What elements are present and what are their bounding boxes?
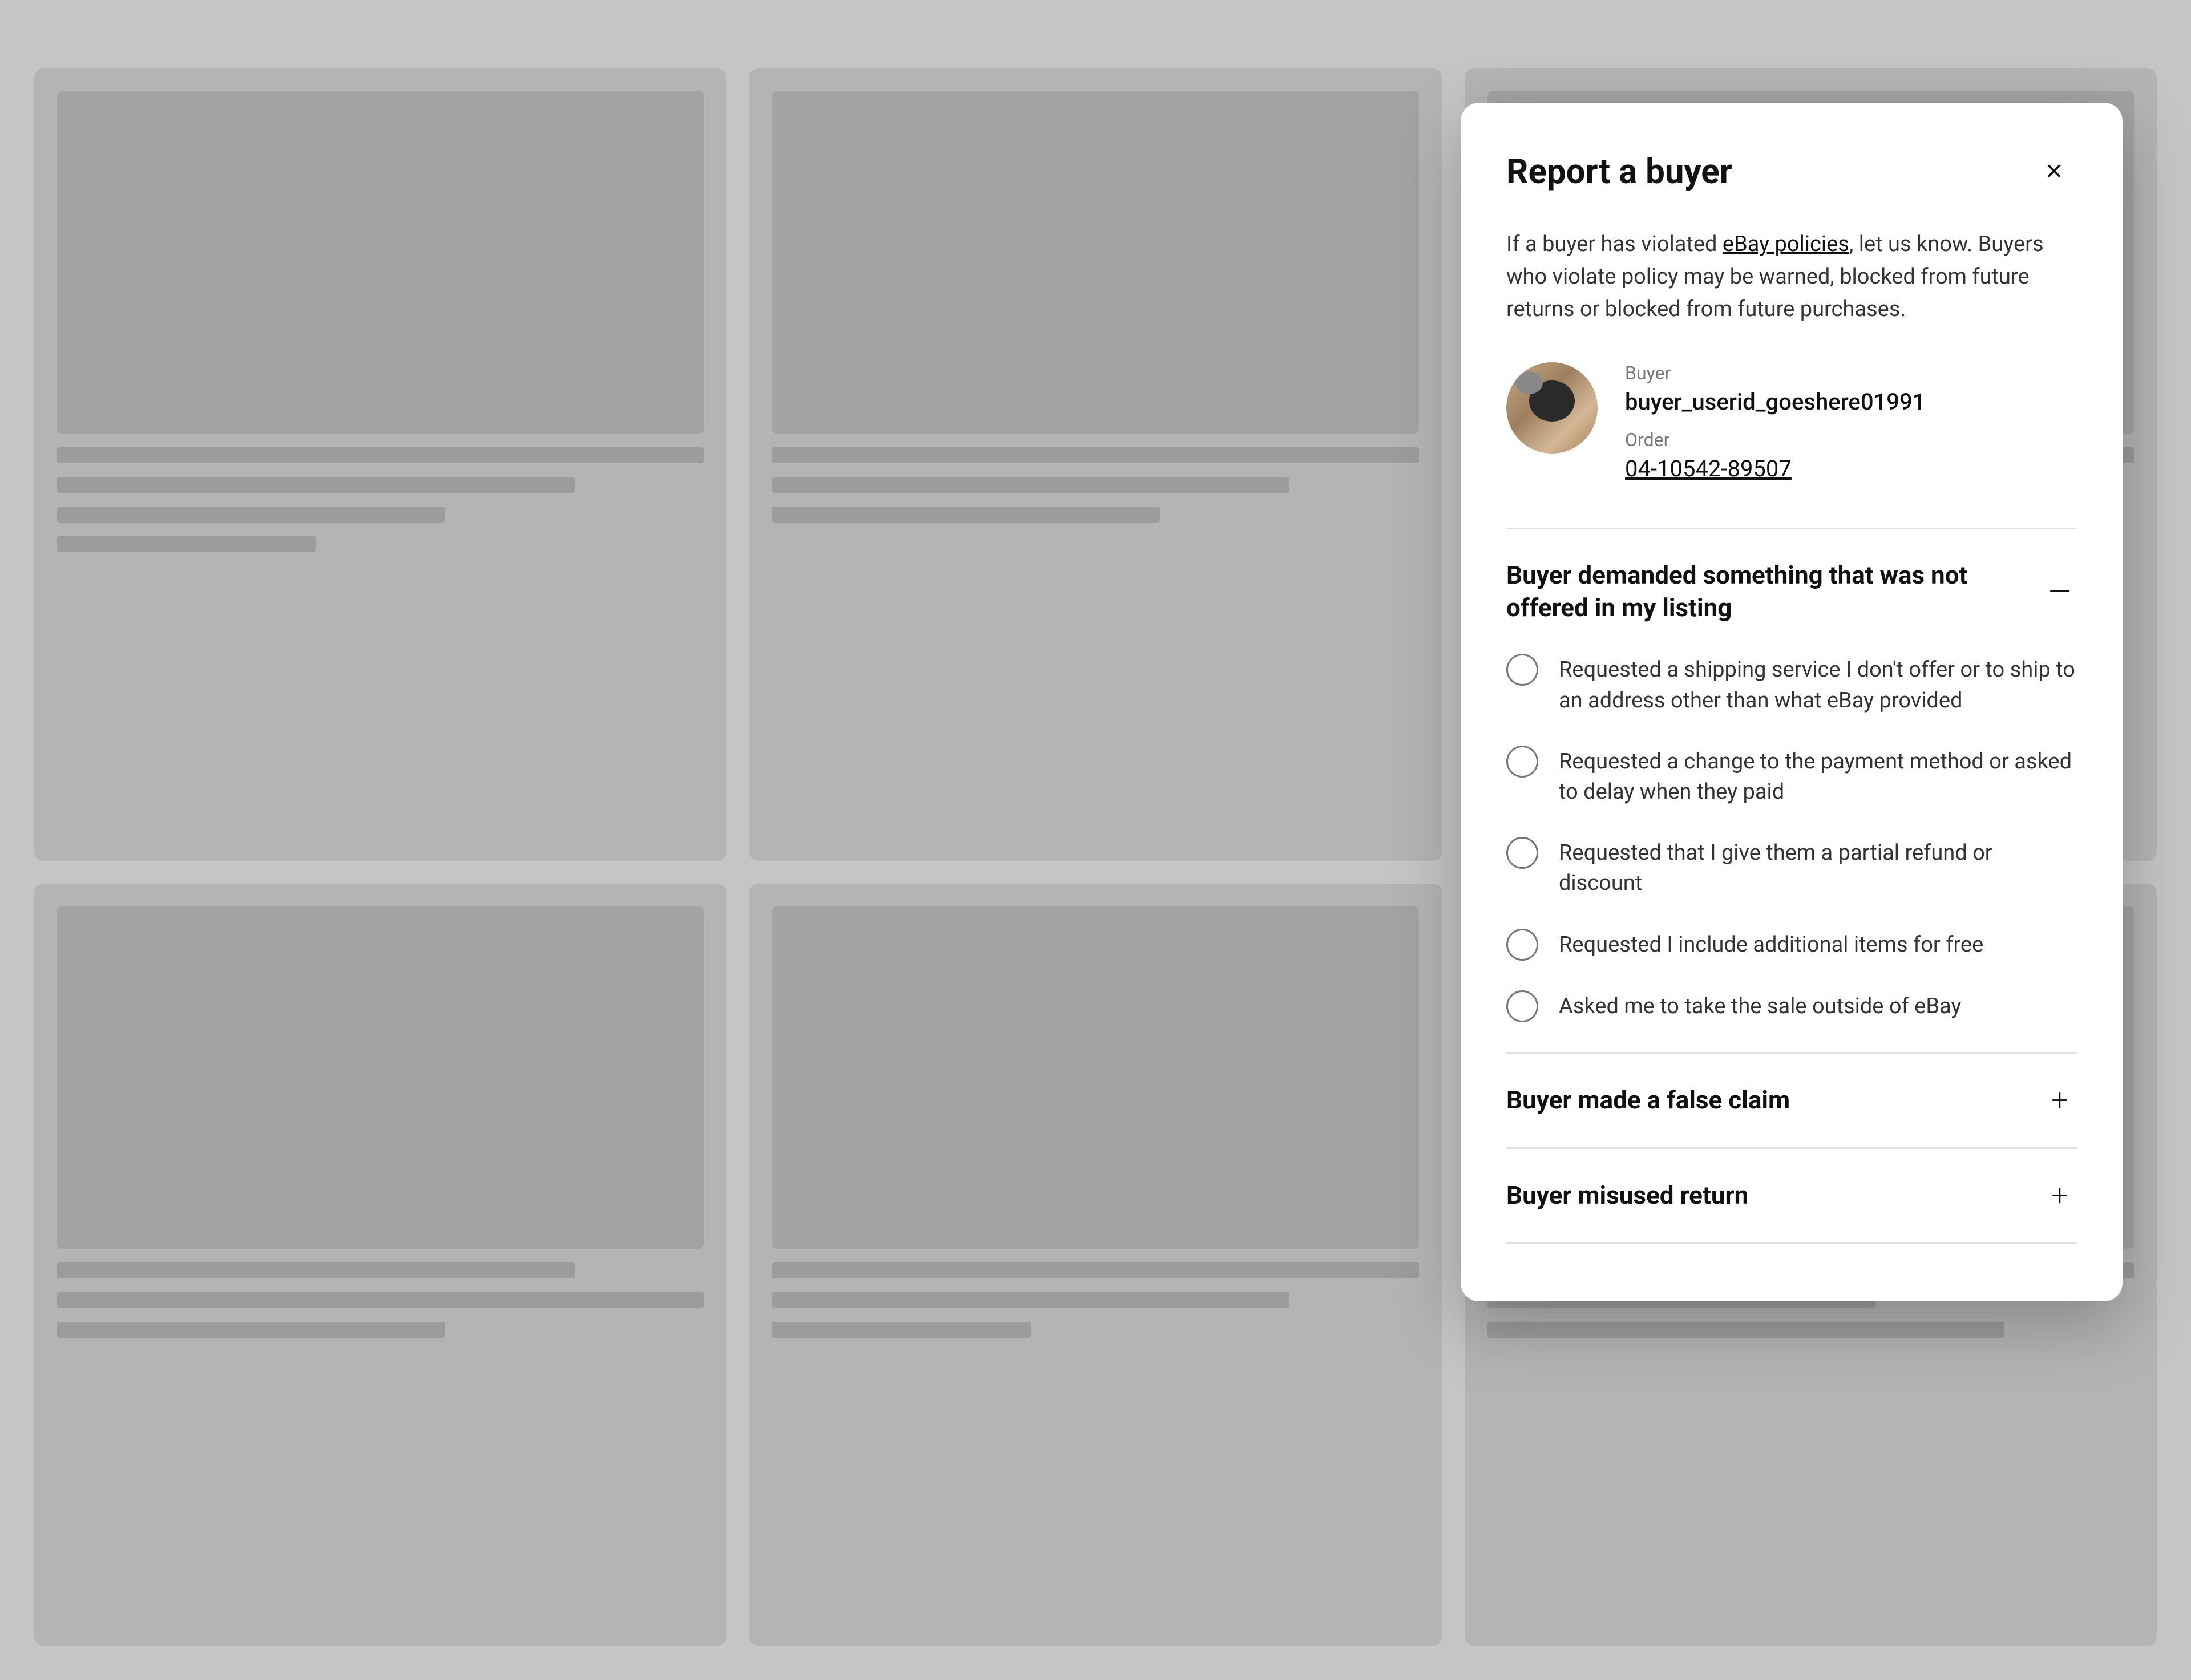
option-items-text: Requested I include additional items for… bbox=[1559, 926, 1983, 960]
modal-header: Report a buyer × bbox=[1506, 148, 2077, 194]
section-demanded-icon: — bbox=[2043, 574, 2077, 609]
order-label: Order bbox=[1625, 429, 1925, 451]
avatar-image bbox=[1506, 362, 1598, 454]
modal-description: If a buyer has violated eBay policies, l… bbox=[1506, 228, 2077, 326]
radio-outside[interactable] bbox=[1506, 990, 1538, 1022]
option-payment-text: Requested a change to the payment method… bbox=[1559, 743, 2077, 807]
section-false-claim: Buyer made a false claim + bbox=[1506, 1052, 2077, 1147]
section-demanded-title: Buyer demanded something that was not of… bbox=[1506, 559, 2043, 624]
option-shipping-text: Requested a shipping service I don't off… bbox=[1559, 651, 2077, 715]
section-false-claim-icon: + bbox=[2043, 1083, 2077, 1118]
modal-title: Report a buyer bbox=[1506, 151, 1732, 192]
buyer-username: buyer_userid_goeshere01991 bbox=[1625, 388, 1925, 415]
radio-refund[interactable] bbox=[1506, 837, 1538, 869]
section-false-claim-header[interactable]: Buyer made a false claim + bbox=[1506, 1083, 2077, 1118]
section-misused-return-header[interactable]: Buyer misused return + bbox=[1506, 1179, 2077, 1213]
close-button[interactable]: × bbox=[2031, 148, 2077, 194]
buyer-label: Buyer bbox=[1625, 362, 1925, 384]
section-false-claim-title: Buyer made a false claim bbox=[1506, 1084, 2043, 1116]
section-misused-return: Buyer misused return + bbox=[1506, 1147, 2077, 1244]
option-refund[interactable]: Requested that I give them a partial ref… bbox=[1506, 835, 2077, 898]
section-demanded: Buyer demanded something that was not of… bbox=[1506, 528, 2077, 1052]
avatar bbox=[1506, 362, 1598, 454]
buyer-details: Buyer buyer_userid_goeshere01991 Order 0… bbox=[1625, 362, 1925, 482]
report-buyer-modal: Report a buyer × If a buyer has violated… bbox=[1461, 103, 2123, 1301]
radio-items[interactable] bbox=[1506, 929, 1538, 961]
option-shipping[interactable]: Requested a shipping service I don't off… bbox=[1506, 651, 2077, 715]
order-number-link[interactable]: 04-10542-89507 bbox=[1625, 455, 1925, 482]
radio-payment[interactable] bbox=[1506, 746, 1538, 778]
option-outside-text: Asked me to take the sale outside of eBa… bbox=[1559, 988, 1961, 1022]
option-refund-text: Requested that I give them a partial ref… bbox=[1559, 835, 2077, 898]
section-misused-return-icon: + bbox=[2043, 1179, 2077, 1213]
ebay-policies-link[interactable]: eBay policies bbox=[1723, 232, 1849, 257]
buyer-info: Buyer buyer_userid_goeshere01991 Order 0… bbox=[1506, 362, 2077, 482]
option-outside[interactable]: Asked me to take the sale outside of eBa… bbox=[1506, 988, 2077, 1022]
section-demanded-header[interactable]: Buyer demanded something that was not of… bbox=[1506, 559, 2077, 624]
description-prefix: If a buyer has violated bbox=[1506, 232, 1723, 257]
section-demanded-content: Requested a shipping service I don't off… bbox=[1506, 651, 2077, 1022]
section-misused-return-title: Buyer misused return bbox=[1506, 1179, 2043, 1212]
option-payment[interactable]: Requested a change to the payment method… bbox=[1506, 743, 2077, 807]
radio-shipping[interactable] bbox=[1506, 654, 1538, 686]
option-items[interactable]: Requested I include additional items for… bbox=[1506, 926, 2077, 961]
